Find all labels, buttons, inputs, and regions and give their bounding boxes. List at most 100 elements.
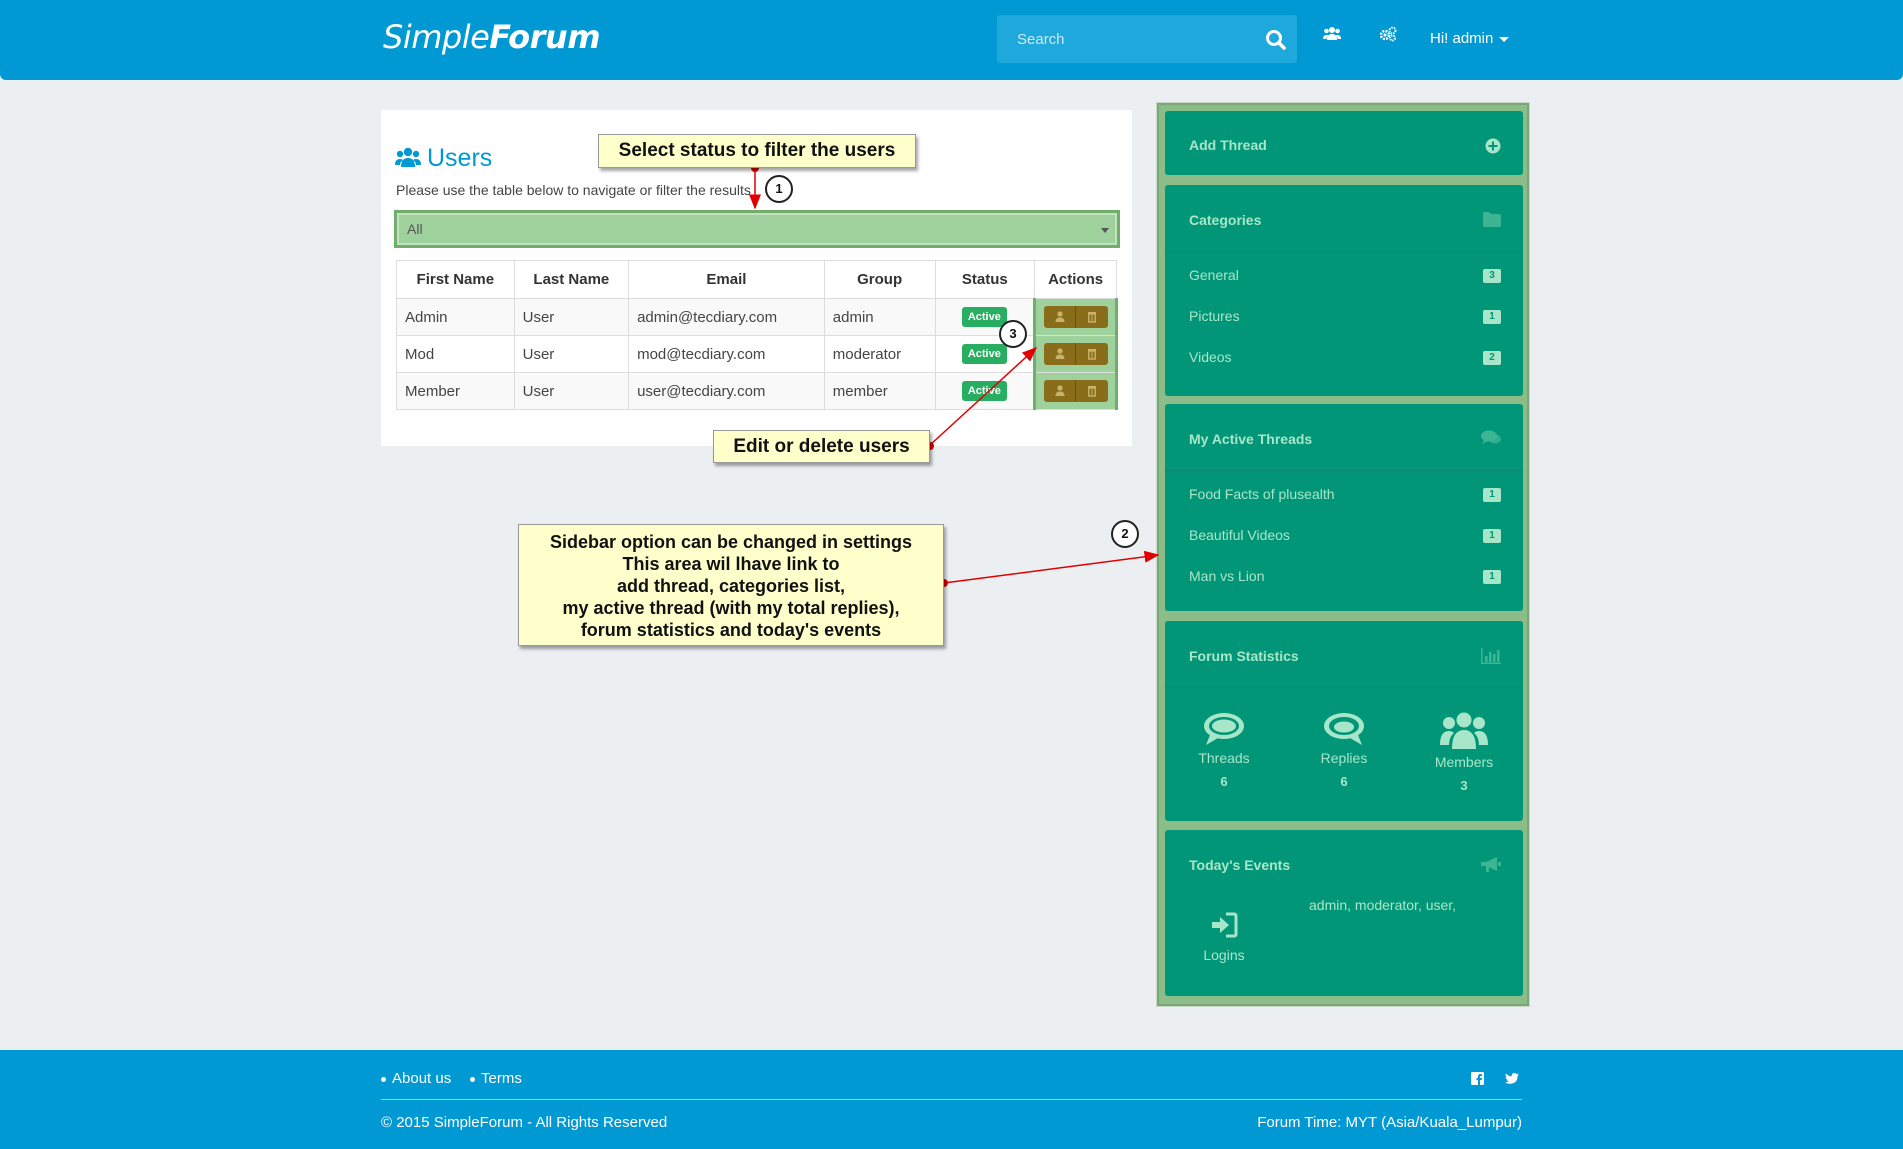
stat-label: Replies xyxy=(1320,750,1368,766)
search-icon[interactable] xyxy=(1263,27,1289,53)
email-cell: admin@tecdiary.com xyxy=(628,298,825,336)
categories-title: Categories xyxy=(1189,212,1262,228)
todays-events-title: Today's Events xyxy=(1189,857,1291,873)
delete-user-button[interactable] xyxy=(1075,306,1108,328)
sign-in-icon xyxy=(1212,912,1238,938)
column-header[interactable]: Last Name xyxy=(513,260,630,299)
thread-link[interactable]: Man vs Lion xyxy=(1189,568,1264,584)
actions-cell xyxy=(1033,298,1118,336)
footer-link-label: Terms xyxy=(481,1070,522,1087)
stat-threads: Threads 6 xyxy=(1165,711,1283,789)
status-badge[interactable]: Active xyxy=(961,344,1007,364)
search-input[interactable] xyxy=(997,15,1257,63)
chevron-down-icon xyxy=(1101,228,1109,233)
copyright-text: © 2015 SimpleForum - All Rights Reserved xyxy=(381,1114,668,1131)
footer-link-about[interactable]: About us xyxy=(381,1070,451,1087)
footer-divider xyxy=(381,1099,1522,1100)
status-badge[interactable]: Active xyxy=(961,307,1007,327)
sidebar: Add Thread Categories General 3 Pictures… xyxy=(1157,103,1529,1006)
column-header[interactable]: Group xyxy=(823,260,936,299)
users-icon xyxy=(1440,712,1488,749)
actions-cell xyxy=(1033,335,1118,373)
todays-events-widget: Today's Events Logins admin, moderator, … xyxy=(1165,830,1523,996)
comment-reply-icon xyxy=(1324,713,1364,745)
table-header-row: First Name Last Name Email Group Status … xyxy=(396,260,1117,299)
chevron-down-icon xyxy=(1499,36,1510,42)
category-link-videos[interactable]: Videos xyxy=(1189,349,1232,365)
status-cell: Active xyxy=(934,372,1036,410)
delete-user-button[interactable] xyxy=(1075,343,1108,365)
bullet-icon xyxy=(381,1076,386,1082)
logins-label: Logins xyxy=(1203,947,1245,963)
add-thread-widget[interactable]: Add Thread xyxy=(1165,111,1523,175)
stat-label: Threads xyxy=(1198,750,1250,766)
edit-user-button[interactable] xyxy=(1043,380,1076,402)
first-name-cell: Member xyxy=(396,372,515,410)
forum-stats-widget: Forum Statistics Threads 6 Replies 6 Mem… xyxy=(1165,621,1523,821)
table-row: Member User user@tecdiary.com member Act… xyxy=(396,372,1118,410)
bullet-icon xyxy=(470,1076,475,1082)
categories-widget: Categories General 3 Pictures 1 Videos 2 xyxy=(1165,185,1523,396)
callout-number: 2 xyxy=(1111,520,1139,548)
column-header[interactable]: Email xyxy=(628,260,825,299)
column-header[interactable]: First Name xyxy=(396,260,515,299)
stat-value: 6 xyxy=(1220,774,1228,789)
forum-stats-title: Forum Statistics xyxy=(1189,648,1299,664)
users-icon[interactable] xyxy=(1323,26,1351,54)
settings-gears-icon[interactable] xyxy=(1379,26,1407,54)
events-users-text: admin, moderator, user, xyxy=(1309,897,1457,913)
count-badge: 1 xyxy=(1483,310,1501,324)
thread-link[interactable]: Food Facts of plusealth xyxy=(1189,486,1335,502)
comments-icon xyxy=(1481,430,1501,451)
page-title-text: Users xyxy=(427,144,493,172)
category-link-general[interactable]: General xyxy=(1189,267,1239,283)
footer-link-label: About us xyxy=(392,1070,452,1087)
group-cell: moderator xyxy=(823,335,936,373)
status-badge[interactable]: Active xyxy=(961,381,1007,401)
add-thread-link[interactable]: Add Thread xyxy=(1189,137,1267,153)
stat-replies: Replies 6 xyxy=(1285,711,1403,789)
email-cell: user@tecdiary.com xyxy=(628,372,825,410)
footer-link-terms[interactable]: Terms xyxy=(470,1070,522,1087)
page-subtitle: Please use the table below to navigate o… xyxy=(396,182,751,198)
divider xyxy=(1165,687,1523,688)
brand-light-text: Simple xyxy=(383,18,490,56)
count-badge: 1 xyxy=(1483,529,1501,543)
callout-sidebar-info: Sidebar option can be changed in setting… xyxy=(518,524,944,646)
callout-edit-delete: Edit or delete users xyxy=(713,430,930,463)
twitter-icon[interactable] xyxy=(1505,1072,1519,1089)
status-filter-value: All xyxy=(407,221,423,237)
plus-circle-icon[interactable] xyxy=(1485,138,1501,159)
search-box xyxy=(997,15,1297,63)
events-logins: Logins xyxy=(1165,912,1283,963)
category-link-pictures[interactable]: Pictures xyxy=(1189,308,1240,324)
count-badge: 2 xyxy=(1483,351,1501,365)
top-navbar: SimpleForum Hi! admin xyxy=(0,0,1903,80)
edit-user-button[interactable] xyxy=(1043,343,1076,365)
last-name-cell: User xyxy=(513,372,630,410)
thread-link[interactable]: Beautiful Videos xyxy=(1189,527,1290,543)
column-header[interactable]: Status xyxy=(934,260,1036,299)
folder-icon xyxy=(1483,212,1501,232)
brand-logo[interactable]: SimpleForum xyxy=(383,18,601,56)
user-greeting: Hi! admin xyxy=(1430,30,1494,47)
stat-value: 3 xyxy=(1460,778,1468,793)
active-threads-title: My Active Threads xyxy=(1189,431,1313,447)
edit-user-button[interactable] xyxy=(1043,306,1076,328)
divider xyxy=(1165,251,1523,252)
last-name-cell: User xyxy=(513,298,630,336)
divider xyxy=(1165,470,1523,471)
user-menu[interactable]: Hi! admin xyxy=(1430,30,1510,47)
stat-value: 6 xyxy=(1340,774,1348,789)
count-badge: 3 xyxy=(1483,269,1501,283)
callout-line: Sidebar option can be changed in setting… xyxy=(549,532,913,552)
callout-number: 1 xyxy=(765,175,793,203)
group-cell: member xyxy=(823,372,936,410)
page-title: Users xyxy=(395,144,492,173)
delete-user-button[interactable] xyxy=(1075,380,1108,402)
callout-line: my active thread (with my total replies)… xyxy=(562,598,900,618)
status-filter-select[interactable]: All xyxy=(394,210,1120,248)
first-name-cell: Admin xyxy=(396,298,515,336)
facebook-icon[interactable] xyxy=(1471,1072,1484,1089)
bar-chart-icon xyxy=(1481,648,1501,669)
